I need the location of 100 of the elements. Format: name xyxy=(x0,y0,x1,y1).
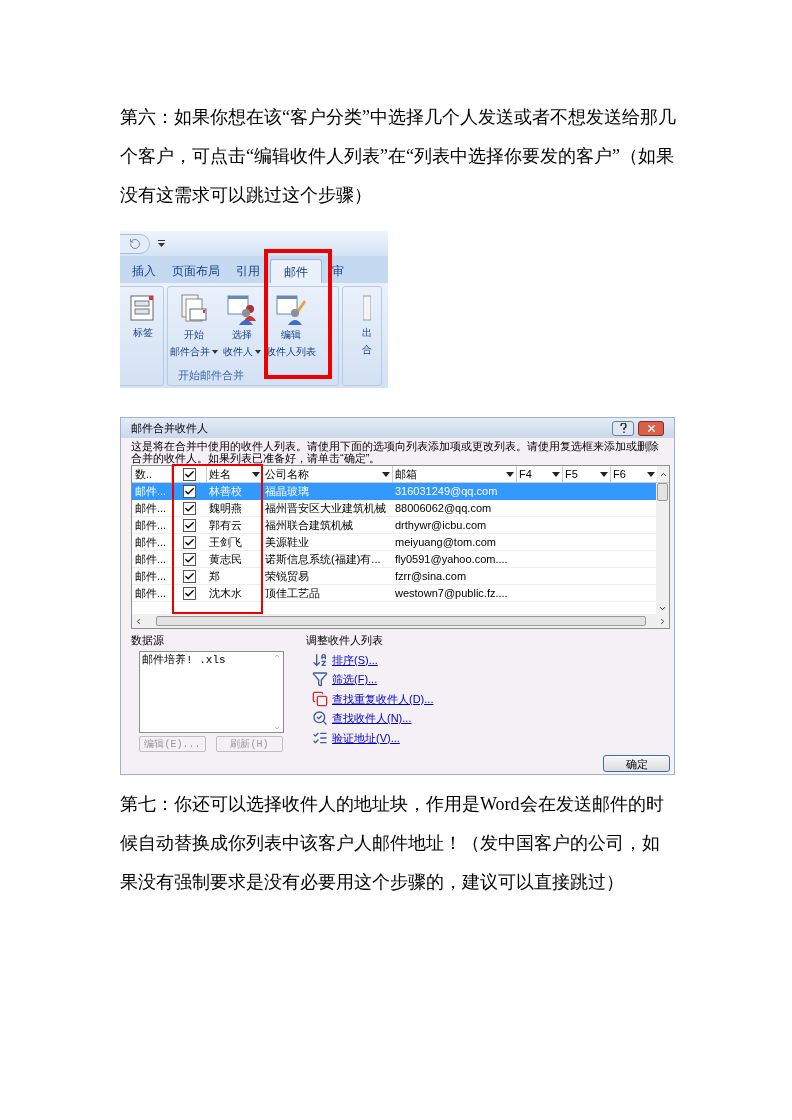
scroll-up-button[interactable] xyxy=(657,466,669,482)
window-title: 邮件合并收件人 xyxy=(131,420,208,436)
ribbon-button[interactable]: 开始 邮件合并 xyxy=(170,293,218,367)
checkbox[interactable] xyxy=(183,485,196,498)
table-cell-text: 顶佳工艺品 xyxy=(264,586,321,601)
close-icon xyxy=(645,422,657,434)
checkbox[interactable] xyxy=(183,586,196,600)
body-paragraph: 第七：你还可以选择收件人的地址块，作用是Word会在发送邮件的时候自动替换成你列表中该客户人邮件地址！（发中国客户的公司，如果没有强制要求是没有必要用这个步骤的，建议可以直接跳过） xyxy=(120,793,665,894)
check-icon xyxy=(184,553,195,565)
table-cell-text: 福晶玻璃 xyxy=(264,484,310,499)
table-cell-text: 林善校 xyxy=(208,484,243,499)
group-label: 开始邮件合并 xyxy=(178,368,244,383)
ok-button[interactable]: 确定 xyxy=(603,755,670,772)
caret-icon xyxy=(255,349,261,354)
body-paragraph: 第六：如果你想在该“客户分类”中选择几个人发送或者不想发送给那几个客户，可点击“编辑收件人列表”在“列表中选择你要发的客户”（如果没有这需求可以跳过这个步骤） xyxy=(120,106,676,207)
section-label: 调整收件人列表 xyxy=(306,633,384,648)
table-row[interactable]: 邮件... 黄志民 诺斯信息系统(福建)有... fly0591@yahoo.com.... xyxy=(132,551,657,568)
checkbox[interactable] xyxy=(182,467,196,481)
table-cell-text: 88006062@qq.com xyxy=(394,501,493,516)
table-row[interactable]: 邮件... 魏明燕 福州晋安区大业建筑机械 88006062@qq.com xyxy=(132,500,657,517)
table-cell-text: 王剑飞 xyxy=(208,535,243,550)
check-icon xyxy=(183,468,195,480)
check-icon xyxy=(184,587,195,599)
dialog-description: 这是将在合并中使用的收件人列表。请使用下面的选项向列表添加项或更改列表。请使用复选框来添加或删除合并的收件人。如果列表已准备好，请单击“确定”。 xyxy=(130,439,660,464)
ribbon-tab[interactable]: 审 xyxy=(326,259,350,283)
table-cell-text: 郑 xyxy=(208,569,221,584)
undo-button[interactable] xyxy=(120,233,150,254)
column-header[interactable]: F5 xyxy=(563,466,611,482)
scroll-thumb[interactable] xyxy=(657,483,668,501)
table-cell-text: westown7@public.fz.... xyxy=(394,586,509,601)
dialog-link[interactable]: 验证地址(V)... xyxy=(332,729,400,746)
sort-icon xyxy=(312,651,328,668)
table-row[interactable]: 邮件... 郭有云 福州联合建筑机械 drthywr@icbu.com xyxy=(132,517,657,534)
dialog-link[interactable]: 查找重复收件人(D)... xyxy=(332,690,434,707)
dialog-link[interactable]: 排序(S)... xyxy=(332,651,378,668)
column-header[interactable]: 邮箱 xyxy=(393,466,517,482)
undo-icon xyxy=(129,237,141,250)
checkbox[interactable] xyxy=(183,518,196,532)
caret-icon xyxy=(212,349,218,354)
duplicates-icon xyxy=(312,690,328,707)
table-cell-text: 荣锐贸易 xyxy=(264,569,310,584)
search-icon xyxy=(312,710,328,727)
dropdown-icon xyxy=(382,471,390,477)
check-icon xyxy=(184,570,195,582)
ribbon-tab[interactable]: 页面布局 xyxy=(166,259,226,283)
table-cell-text: meiyuang@tom.com xyxy=(394,535,498,550)
close-button[interactable] xyxy=(638,420,664,436)
column-header[interactable]: 数.. xyxy=(132,466,172,482)
column-header[interactable]: F4 xyxy=(517,466,563,482)
dropdown-icon xyxy=(552,471,560,477)
table-cell-text: 郭有云 xyxy=(208,518,243,533)
dropdown-icon xyxy=(252,471,260,477)
section-label: 数据源 xyxy=(131,633,165,648)
dialog-link[interactable]: 筛选(F)... xyxy=(332,671,378,688)
checkbox[interactable] xyxy=(183,552,196,566)
table-cell-text: 邮件... xyxy=(134,569,168,584)
documents-icon xyxy=(178,293,210,325)
ribbon-button[interactable]: 选择 收件人 xyxy=(223,293,261,367)
check-icon xyxy=(184,536,195,548)
dialog-link[interactable]: 查找收件人(N)... xyxy=(332,710,412,727)
table-cell-text: 316031249@qq.com xyxy=(394,484,499,499)
table-cell-text: 邮件... xyxy=(134,484,168,499)
check-icon xyxy=(184,486,195,497)
check-icon xyxy=(184,502,195,514)
checkbox[interactable] xyxy=(183,569,196,583)
table-cell-text: 诺斯信息系统(福建)有... xyxy=(264,552,382,567)
data-source-list[interactable]: 邮件培养! .xls xyxy=(139,650,284,733)
help-button[interactable] xyxy=(612,420,634,436)
document-icon xyxy=(363,293,371,323)
table-cell-text: 邮件... xyxy=(134,501,168,516)
table-cell-text: fly0591@yahoo.com.... xyxy=(394,552,509,567)
table-cell-text: fzrr@sina.com xyxy=(394,569,468,584)
table-cell-text: 魏明燕 xyxy=(208,501,243,516)
check-icon xyxy=(184,519,195,531)
scroll-thumb[interactable] xyxy=(155,616,646,626)
people-list-icon xyxy=(226,293,258,325)
ribbon-tab[interactable]: 插入 xyxy=(126,259,162,283)
help-icon xyxy=(619,423,627,433)
table-row[interactable]: 邮件... 沈木水 顶佳工艺品 westown7@public.fz.... xyxy=(132,585,657,602)
dropdown-icon xyxy=(647,471,655,477)
table-cell-text: 福州联合建筑机械 xyxy=(264,518,354,533)
checkbox[interactable] xyxy=(183,535,196,549)
column-header[interactable]: 姓名 xyxy=(207,466,263,482)
table-cell-text: 邮件... xyxy=(134,518,168,533)
table-row[interactable]: 邮件... 郑 荣锐贸易 fzrr@sina.com xyxy=(132,568,657,585)
column-header[interactable]: 公司名称 xyxy=(263,466,393,482)
ribbon-tab[interactable]: 引用 xyxy=(230,259,266,283)
horizontal-scrollbar[interactable] xyxy=(132,614,669,628)
table-cell-text: 沈木水 xyxy=(208,586,243,601)
table-row[interactable]: 邮件... 王剑飞 美源鞋业 meiyuang@tom.com xyxy=(132,534,657,551)
list-item[interactable]: 邮件培养! .xls xyxy=(142,651,226,668)
table-cell-text: 福州晋安区大业建筑机械 xyxy=(264,501,387,516)
checkbox[interactable] xyxy=(183,501,196,515)
table-cell-text: 邮件... xyxy=(134,586,168,601)
dropdown-icon xyxy=(506,471,514,477)
dropdown-icon xyxy=(600,471,608,477)
ribbon-tab[interactable]: 邮件 xyxy=(270,259,322,283)
vertical-scrollbar[interactable] xyxy=(656,483,669,614)
table-cell-text: drthywr@icbu.com xyxy=(394,518,488,533)
customize-menu-icon xyxy=(158,239,165,248)
